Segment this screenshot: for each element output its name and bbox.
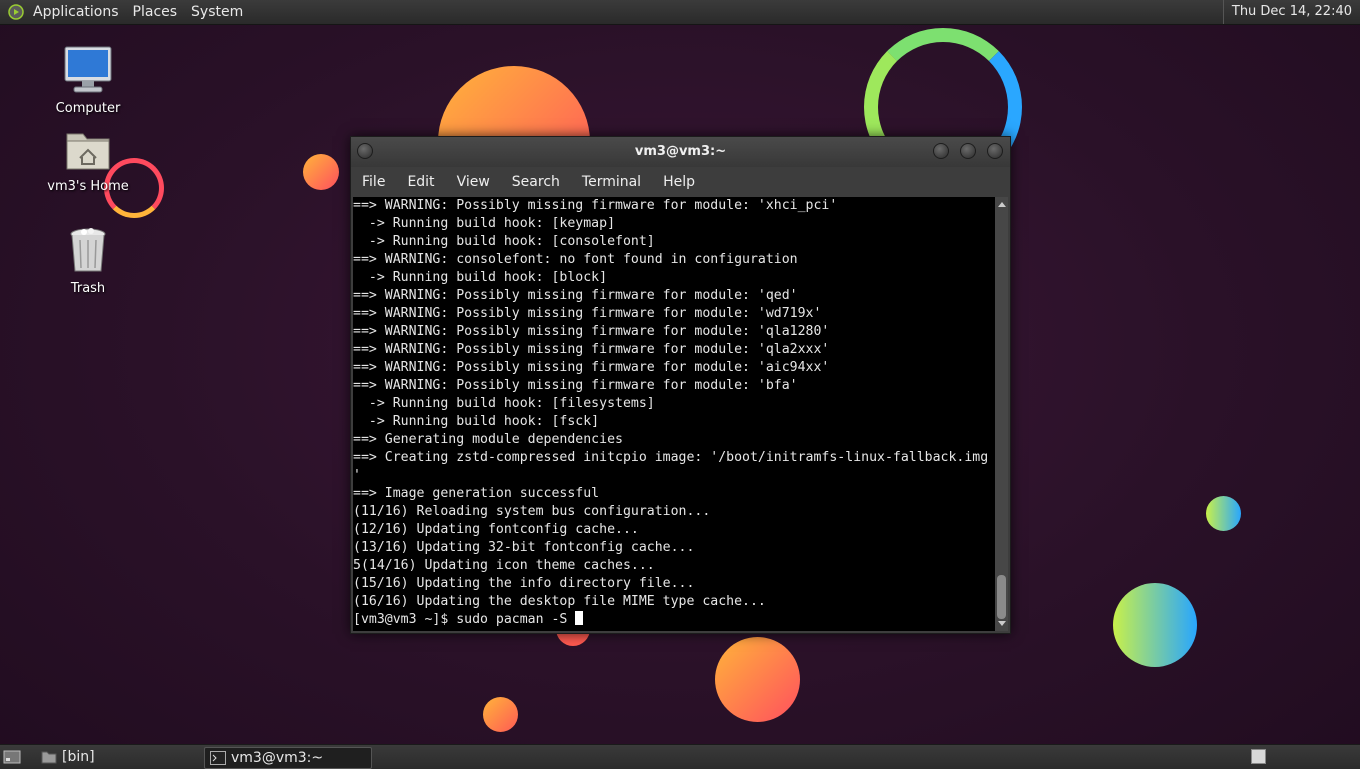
show-desktop-icon[interactable] (3, 749, 21, 765)
window-menubar: File Edit View Search Terminal Help (351, 169, 1010, 195)
folder-icon (41, 751, 57, 764)
terminal-line: -> Running build hook: [fsck] (353, 414, 600, 429)
menu-help[interactable]: Help (652, 174, 706, 190)
computer-icon (64, 46, 112, 93)
terminal-line: ==> Generating module dependencies (353, 432, 623, 447)
terminal-line: (12/16) Updating fontconfig cache... (353, 522, 639, 537)
window-title: vm3@vm3:~ (634, 144, 727, 159)
scrollbar-thumb[interactable] (997, 575, 1006, 619)
terminal-line: ==> Creating zstd-compressed initcpio im… (353, 450, 989, 465)
wallpaper-orb (1113, 583, 1197, 667)
home-folder-icon (66, 133, 110, 170)
terminal-line: ==> WARNING: Possibly missing firmware f… (353, 306, 822, 321)
applications-menu[interactable]: Applications (26, 0, 126, 24)
wallpaper-orb (1206, 496, 1241, 531)
terminal-line: ==> WARNING: Possibly missing firmware f… (353, 342, 830, 357)
scroll-down-arrow-icon[interactable] (998, 621, 1006, 626)
terminal-line: -> Running build hook: [filesystems] (353, 396, 655, 411)
wallpaper-orb (483, 697, 518, 732)
terminal-line: (13/16) Updating 32-bit fontconfig cache… (353, 540, 695, 555)
menu-terminal[interactable]: Terminal (571, 174, 652, 190)
terminal-line: ==> WARNING: Possibly missing firmware f… (353, 198, 838, 213)
system-menu[interactable]: System (184, 0, 250, 24)
window-titlebar[interactable]: vm3@vm3:~ (351, 137, 1010, 167)
terminal-line: ==> Image generation successful (353, 486, 600, 501)
terminal-output[interactable]: ==> WARNING: Possibly missing firmware f… (353, 197, 995, 631)
terminal-line: -> Running build hook: [consolefont] (353, 234, 655, 249)
terminal-line: 5(14/16) Updating icon theme caches... (353, 558, 655, 573)
maximize-button[interactable] (960, 143, 976, 159)
desktop-icon-label: vm3's Home (47, 179, 129, 194)
terminal-line: ==> WARNING: Possibly missing firmware f… (353, 360, 830, 375)
trash-icon (70, 228, 106, 272)
menu-edit[interactable]: Edit (396, 174, 445, 190)
desktop-icon-computer[interactable]: Computer (38, 46, 138, 116)
menu-view[interactable]: View (446, 174, 501, 190)
scroll-up-arrow-icon[interactable] (998, 202, 1006, 207)
terminal-window: vm3@vm3:~ File Edit View Search Terminal… (350, 136, 1011, 634)
taskbar-item-label: [bin] (62, 749, 95, 765)
terminal-line: -> Running build hook: [block] (353, 270, 608, 285)
desktop-icon-trash[interactable]: Trash (38, 226, 138, 296)
top-panel: Applications Places System Thu Dec 14, 2… (0, 0, 1360, 25)
terminal-line: (15/16) Updating the info directory file… (353, 576, 695, 591)
menu-search[interactable]: Search (501, 174, 571, 190)
clock[interactable]: Thu Dec 14, 22:40 (1222, 0, 1360, 24)
terminal-scrollbar[interactable] (995, 197, 1008, 631)
desktop-icon-label: Computer (55, 101, 121, 116)
minimize-button[interactable] (933, 143, 949, 159)
terminal-line: -> Running build hook: [keymap] (353, 216, 616, 231)
bottom-panel: [bin] vm3@vm3:~ (0, 744, 1360, 769)
menu-file[interactable]: File (351, 174, 396, 190)
terminal-prompt-line[interactable]: [vm3@vm3 ~]$ sudo pacman -S (353, 611, 995, 629)
terminal-prompt: [vm3@vm3 ~]$ sudo pacman -S (353, 612, 576, 627)
terminal-line: ==> WARNING: consolefont: no font found … (353, 252, 798, 267)
taskbar-item-label: vm3@vm3:~ (231, 750, 324, 766)
terminal-icon (210, 751, 226, 765)
close-button[interactable] (987, 143, 1003, 159)
wallpaper-orb (715, 637, 800, 722)
taskbar-item-terminal[interactable]: vm3@vm3:~ (204, 747, 372, 769)
distro-logo-icon[interactable] (8, 4, 24, 20)
terminal-line: (11/16) Reloading system bus configurati… (353, 504, 711, 519)
terminal-line: ==> WARNING: Possibly missing firmware f… (353, 324, 830, 339)
terminal-line: ==> WARNING: Possibly missing firmware f… (353, 288, 798, 303)
terminal-line: (16/16) Updating the desktop file MIME t… (353, 594, 766, 609)
wallpaper-orb (303, 154, 339, 190)
workspace-switcher[interactable] (1251, 749, 1266, 764)
terminal-lines: ==> WARNING: Possibly missing firmware f… (353, 197, 995, 611)
desktop-icon-home[interactable]: vm3's Home (38, 128, 138, 194)
places-menu[interactable]: Places (126, 0, 185, 24)
terminal-line: ' (353, 468, 361, 483)
taskbar-item-bin[interactable]: [bin] (36, 747, 222, 767)
terminal-line: ==> WARNING: Possibly missing firmware f… (353, 378, 798, 393)
text-cursor (575, 611, 584, 625)
desktop-icon-label: Trash (70, 281, 106, 296)
